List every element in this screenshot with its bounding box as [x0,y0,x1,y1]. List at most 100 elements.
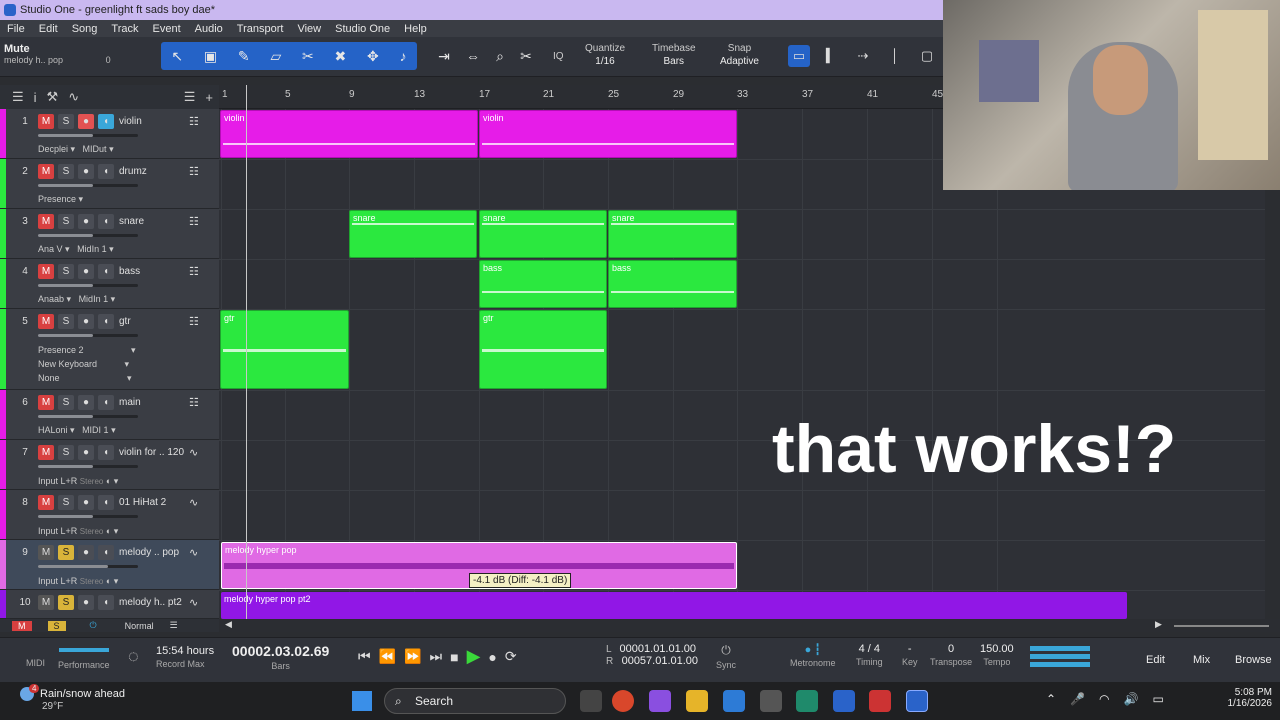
menu-help[interactable]: Help [397,23,434,35]
menu-song[interactable]: Song [65,23,105,35]
zoom-icon[interactable]: ⌕ [496,48,504,65]
record-arm-button[interactable]: ● [78,114,94,129]
taskbar-clock[interactable]: 5:08 PM 1/16/2026 [1200,687,1273,709]
event-inspector-mute[interactable]: Mute melody h.. pop 0 [4,43,111,65]
volume-fader[interactable] [38,234,138,237]
volume-fader[interactable] [38,415,138,418]
track-row[interactable]: 4 M S ● ◖ bass ☷ Anaab ▾ MidIn 1 ▾ [0,259,219,309]
volume-fader[interactable] [38,184,138,187]
app-icon[interactable] [869,690,891,712]
monitor-button[interactable]: ◖ [98,264,114,279]
menu-file[interactable]: File [0,23,32,35]
pencil-tool-icon[interactable]: ✎ [238,48,250,65]
track-row[interactable]: 5 M S ● ◖ gtr ☷ Presence 2 ▾ New Keyboar… [0,309,219,390]
bend-tool-icon[interactable]: ✥ [367,48,379,65]
scroll-right-icon[interactable]: ▶ [1155,619,1162,630]
track-name[interactable]: bass [119,266,197,277]
battery-icon[interactable]: ▭ [1152,692,1163,706]
midi-input-select[interactable]: MidIn 1 [77,244,107,254]
app-icon[interactable] [760,690,782,712]
midi-input-select[interactable]: MIDut [83,144,107,154]
monitor-button[interactable]: ◖ [98,545,114,560]
audio-input-select[interactable]: Input L+R Stereo ◐ ▾ [38,526,118,537]
mute-button[interactable]: M [38,314,54,329]
snap-events-icon[interactable]: ▍ [820,45,842,67]
eraser-tool-icon[interactable]: ▱ [270,48,281,65]
solo-button[interactable]: S [58,314,74,329]
copilot-icon[interactable] [649,690,671,712]
footer-options-icon[interactable]: ☰ [162,620,186,631]
scroll-left-icon[interactable]: ◀ [225,619,232,630]
instrument-select[interactable]: Presence [38,194,76,204]
iq-button[interactable]: IQ [553,51,564,62]
playhead-cursor[interactable] [246,85,247,619]
event-clip-violin[interactable]: violin [220,110,478,158]
wifi-icon[interactable]: ◠ [1099,692,1109,706]
stretch-icon[interactable]: ⇔ [466,48,480,64]
solo-button[interactable]: S [58,545,74,560]
instrument-select[interactable]: Anaab [38,294,64,304]
audio-input-select[interactable]: Input L+R Stereo ◐ ▾ [38,476,118,487]
record-arm-button[interactable]: ● [78,495,94,510]
menu-event[interactable]: Event [146,23,188,35]
menu-edit[interactable]: Edit [32,23,65,35]
record-arm-button[interactable]: ● [78,164,94,179]
metronome-button[interactable]: ● ┇ Metronome [790,643,836,668]
menu-track[interactable]: Track [104,23,145,35]
microphone-icon[interactable]: 🎤 [1070,692,1085,706]
automation-mode-select[interactable]: Normal [117,621,162,631]
track-options-icon[interactable]: ☰ [184,89,196,105]
listen-tool-icon[interactable]: ♪ [400,48,407,64]
scissors-icon[interactable]: ✂ [520,48,532,65]
track-name[interactable]: main [119,397,197,408]
record-arm-button[interactable]: ● [78,595,94,610]
solo-button[interactable]: S [58,445,74,460]
record-arm-button[interactable]: ● [78,264,94,279]
fullscreen-icon[interactable]: ▢ [916,45,938,67]
mute-tool-icon[interactable]: ✖ [335,48,347,65]
snap-zero-icon[interactable]: │ [884,45,906,67]
mute-button[interactable]: M [38,214,54,229]
midi-input-select[interactable]: MIDI 1 [82,425,109,435]
global-solo-button[interactable]: S [47,620,66,631]
add-track-icon[interactable]: + [205,90,213,105]
skip-icon[interactable]: ⇥ [438,48,450,65]
position-display[interactable]: 00002.03.02.69 Bars [232,643,329,671]
loop-icon[interactable]: ⟳ [505,648,517,665]
snap-to-grid-icon[interactable]: ▭ [788,45,810,67]
instrument-select[interactable]: Ana V [38,244,63,254]
volume-fader[interactable] [38,465,138,468]
inspector-icon[interactable]: i [34,90,37,105]
event-clip-bass[interactable]: bass [608,260,737,308]
mute-button[interactable]: M [38,114,54,129]
mute-button[interactable]: M [38,395,54,410]
midi-input-select[interactable]: MidIn 1 [79,294,109,304]
track-io[interactable]: Ana V ▾ MidIn 1 ▾ [38,244,114,255]
menu-studio-one[interactable]: Studio One [328,23,397,35]
play-icon[interactable]: ▶ [467,646,481,667]
horizontal-scrollbar[interactable]: ◀ ▶ [219,619,1280,632]
app-icon[interactable] [796,690,818,712]
track-row[interactable]: 2 M S ● ◖ drumz ☷ Presence ▾ [0,159,219,209]
monitor-button[interactable]: ◖ [98,445,114,460]
track-row[interactable]: 3 M S ● ◖ snare ☷ Ana V ▾ MidIn 1 ▾ [0,209,219,259]
performance-meter[interactable]: Performance [58,644,110,670]
wrench-icon[interactable]: ⚒ [47,89,59,105]
track-name[interactable]: violin for .. 120 [119,447,197,458]
output-select[interactable]: None ▾ [38,373,132,384]
record-arm-button[interactable]: ● [78,445,94,460]
return-to-zero-icon[interactable]: ⏮ [358,648,371,665]
record-arm-button[interactable]: ● [78,395,94,410]
zoom-slider[interactable] [1174,625,1269,627]
studio-one-active-icon[interactable] [906,690,928,712]
record-arm-button[interactable]: ● [78,314,94,329]
arrow-tool-icon[interactable]: ↖ [171,48,183,65]
track-name[interactable]: snare [119,216,197,227]
snap-cursor-icon[interactable]: ⇢ [852,45,874,67]
browse-view-button[interactable]: Browse [1235,654,1272,666]
solo-button[interactable]: S [58,264,74,279]
automation-icon[interactable]: ∿ [68,89,79,105]
key-display[interactable]: - Key [902,643,918,667]
timing-display[interactable]: 4 / 4 Timing [856,643,883,667]
menu-transport[interactable]: Transport [230,23,291,35]
